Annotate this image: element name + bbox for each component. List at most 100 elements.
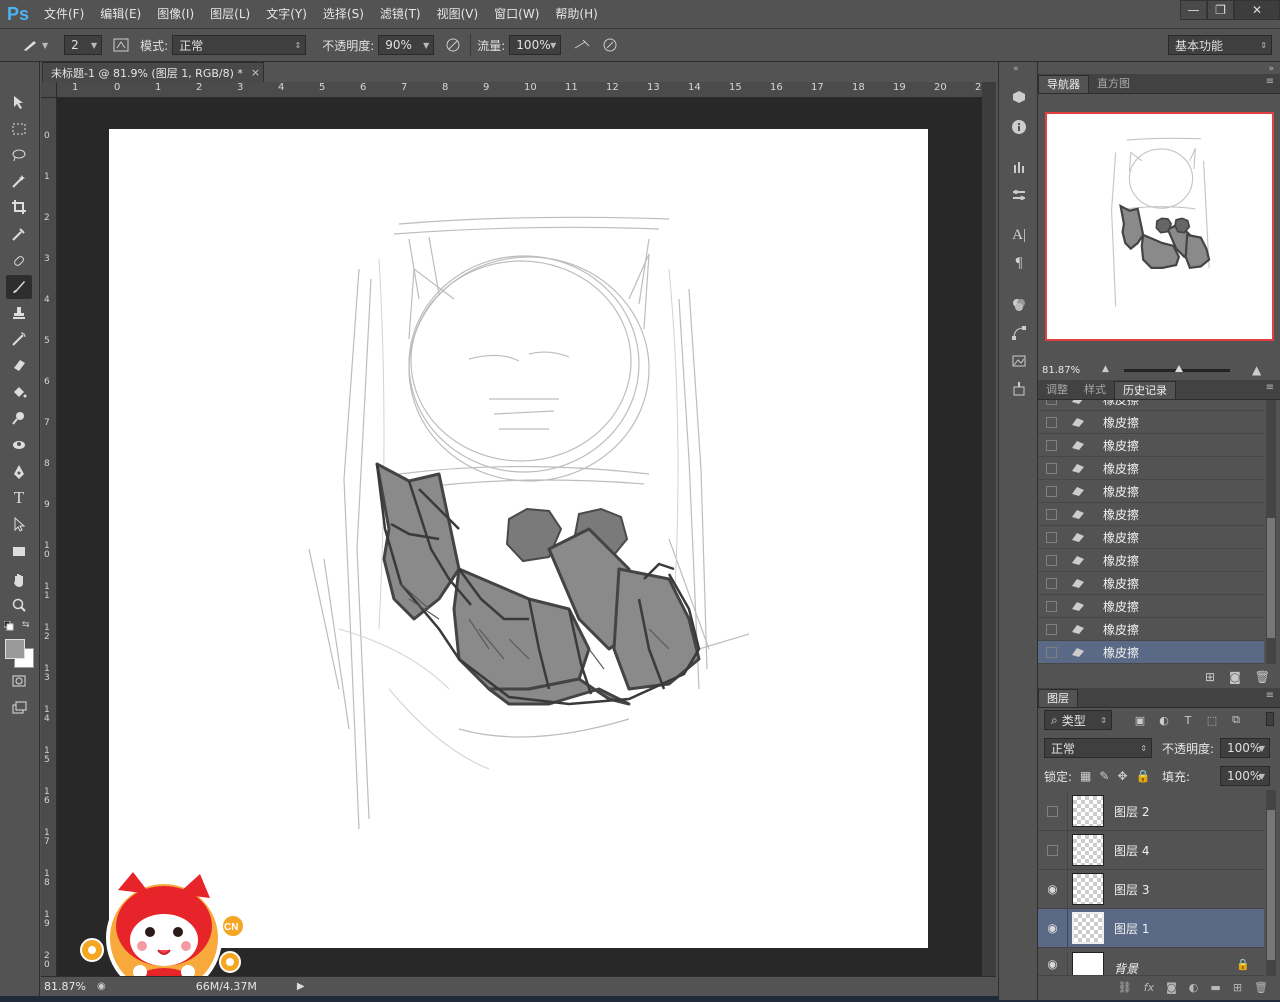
history-source-checkbox[interactable] [1046, 508, 1057, 520]
history-scrollbar[interactable] [1266, 400, 1276, 664]
menu-image[interactable]: 图像(I) [149, 0, 202, 28]
minimize-button[interactable]: — [1180, 0, 1207, 20]
layer-effects-icon[interactable]: fx [1144, 981, 1154, 994]
tab-layers[interactable]: 图层 [1038, 689, 1078, 707]
link-layers-icon[interactable]: ⛓ [1118, 981, 1132, 994]
new-document-from-state-icon[interactable]: ⊞ [1205, 670, 1215, 684]
new-group-icon[interactable]: ▬ [1210, 981, 1220, 994]
default-colors-icon[interactable] [3, 620, 14, 631]
menu-layer[interactable]: 图层(L) [202, 0, 258, 28]
filter-type-icon[interactable]: T [1180, 712, 1196, 728]
history-source-checkbox[interactable] [1046, 439, 1057, 451]
history-state[interactable]: 橡皮擦 [1038, 480, 1264, 503]
history-state[interactable]: 橡皮擦 [1038, 549, 1264, 572]
history-state[interactable]: 橡皮擦 [1038, 400, 1264, 411]
menu-select[interactable]: 选择(S) [315, 0, 372, 28]
history-source-checkbox[interactable] [1046, 623, 1057, 635]
history-source-checkbox[interactable] [1046, 554, 1057, 566]
status-menu-arrow-icon[interactable]: ▶ [297, 981, 305, 992]
history-source-checkbox[interactable] [1046, 646, 1057, 658]
layer-filter-dropdown[interactable]: ⌕ 类型 ⇕ [1044, 710, 1112, 730]
menu-filter[interactable]: 滤镜(T) [372, 0, 429, 28]
layer-visibility-toggle[interactable]: ◉ [1038, 869, 1068, 909]
eyedropper-tool-icon[interactable] [6, 222, 32, 246]
3d-panel-icon[interactable] [1007, 86, 1031, 108]
lock-pixels-icon[interactable]: ✎ [1099, 769, 1109, 783]
history-source-checkbox[interactable] [1046, 531, 1057, 543]
path-selection-tool-icon[interactable] [6, 512, 32, 536]
adjustment-layer-icon[interactable]: ◐ [1189, 981, 1199, 994]
brush-panel-toggle-icon[interactable] [110, 34, 132, 56]
layers-menu-icon[interactable]: ≡ [1266, 690, 1274, 701]
filter-toggle[interactable] [1266, 712, 1274, 726]
brush-tool-icon[interactable] [6, 275, 32, 299]
history-menu-icon[interactable]: ≡ [1266, 382, 1274, 393]
layer-visibility-toggle[interactable] [1038, 791, 1068, 831]
document-close-icon[interactable]: × [251, 66, 260, 79]
lasso-tool-icon[interactable] [6, 143, 32, 167]
color-panel-icon[interactable] [1007, 294, 1031, 316]
hand-tool-icon[interactable] [6, 568, 32, 592]
new-layer-icon[interactable]: ⊞ [1233, 981, 1242, 994]
pressure-opacity-icon[interactable] [442, 34, 464, 56]
document-scrollbar[interactable] [982, 82, 996, 976]
layer-blend-dropdown[interactable]: 正常 ⇕ [1044, 738, 1152, 758]
zoom-out-icon[interactable]: ▲ [1102, 364, 1109, 374]
crop-tool-icon[interactable] [6, 195, 32, 219]
smudge-tool-icon[interactable] [6, 432, 32, 456]
clone-stamp-tool-icon[interactable] [6, 301, 32, 325]
layer-visibility-toggle[interactable]: ◉ [1038, 952, 1068, 975]
filter-smart-object-icon[interactable]: ⧉ [1228, 712, 1244, 728]
horizontal-ruler[interactable]: 1 0 1 2 3 4 5 6 7 8 9 10 11 12 13 14 15 16 17 18 19 20 2 [57, 82, 982, 98]
menu-help[interactable]: 帮助(H) [547, 0, 605, 28]
layer-row-3[interactable]: ◉ 图层 3 [1038, 869, 1264, 909]
filter-adjustment-icon[interactable]: ◐ [1156, 712, 1172, 728]
pressure-size-icon[interactable] [599, 34, 621, 56]
zoom-in-icon[interactable]: ▲ [1252, 363, 1261, 377]
paragraph-panel-icon[interactable]: ¶ [1007, 252, 1031, 274]
history-state[interactable]: 橡皮擦 [1038, 572, 1264, 595]
paths-panel-icon[interactable] [1007, 322, 1031, 344]
dock-collapse-icon[interactable]: « [1013, 64, 1019, 74]
menu-window[interactable]: 窗口(W) [486, 0, 547, 28]
lock-position-icon[interactable]: ✥ [1117, 769, 1127, 783]
zoom-tool-icon[interactable] [6, 593, 32, 617]
tab-history[interactable]: 历史记录 [1114, 381, 1176, 399]
marquee-tool-icon[interactable] [6, 117, 32, 141]
pen-tool-icon[interactable] [6, 460, 32, 484]
history-source-checkbox[interactable] [1046, 485, 1057, 497]
layer-row-4[interactable]: 图层 4 [1038, 830, 1264, 870]
navigator-zoom-slider[interactable] [1124, 365, 1230, 372]
zoom-slider-knob[interactable] [1175, 365, 1183, 372]
lock-transparency-icon[interactable]: ▦ [1080, 769, 1091, 783]
delete-state-icon[interactable]: 🗑 [1255, 670, 1270, 684]
airbrush-icon[interactable] [571, 34, 593, 56]
flow-input[interactable]: 100% ▼ [509, 35, 562, 55]
add-mask-icon[interactable]: ◙ [1166, 981, 1177, 994]
vertical-ruler[interactable]: 0 1 2 3 4 5 6 7 8 9 10 11 12 13 14 15 16 17 18 19 20 [41, 98, 57, 976]
history-scroll-thumb[interactable] [1267, 518, 1275, 638]
brush-presets-icon[interactable] [1007, 156, 1031, 178]
layer-row-1[interactable]: ◉ 图层 1 [1038, 908, 1264, 948]
canvas[interactable] [109, 129, 928, 948]
menu-edit[interactable]: 编辑(E) [92, 0, 149, 28]
history-state[interactable]: 橡皮擦 [1038, 434, 1264, 457]
snapshot-icon[interactable]: ◙ [1229, 670, 1241, 684]
eraser-tool-icon[interactable] [6, 353, 32, 377]
menu-file[interactable]: 文件(F) [36, 0, 92, 28]
type-tool-icon[interactable]: T [6, 486, 32, 510]
info-panel-icon[interactable] [1007, 116, 1031, 138]
swap-colors-icon[interactable]: ⇆ [22, 620, 32, 630]
magic-wand-tool-icon[interactable] [6, 169, 32, 193]
history-brush-tool-icon[interactable] [6, 327, 32, 351]
workspace-dropdown[interactable]: 基本功能 ⇕ [1168, 35, 1272, 55]
status-info-icon[interactable]: ◉ [97, 981, 106, 992]
dodge-tool-icon[interactable] [6, 406, 32, 430]
brush-preset-icon[interactable] [20, 34, 42, 56]
tab-navigator[interactable]: 导航器 [1038, 75, 1089, 93]
brush-panel-icon[interactable] [1007, 184, 1031, 206]
rectangle-tool-icon[interactable] [6, 539, 32, 563]
layer-visibility-toggle[interactable]: ◉ [1038, 908, 1068, 948]
status-zoom[interactable]: 81.87% [41, 980, 91, 993]
history-state[interactable]: 橡皮擦 [1038, 618, 1264, 641]
